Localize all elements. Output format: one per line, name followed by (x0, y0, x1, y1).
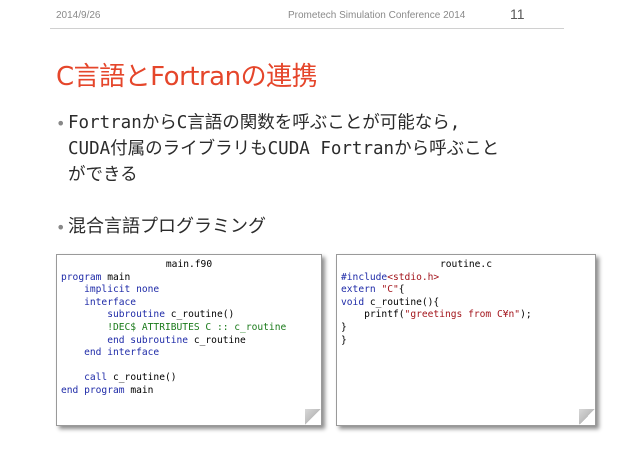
code-line: extern "C"{ (341, 284, 591, 297)
slide-header: 2014/9/26 Prometech Simulation Conferenc… (44, 4, 558, 22)
code-line: implicit none (61, 284, 317, 297)
code-filename: routine.c (440, 259, 492, 270)
c-code-note: routine.c #include<stdio.h> extern "C"{vo… (336, 254, 596, 426)
code-block: #include<stdio.h> extern "C"{void c_routi… (337, 272, 595, 348)
code-filename: main.f90 (165, 259, 213, 270)
page-number: 11 (510, 6, 525, 22)
code-token: ); (520, 309, 532, 321)
page-fold-icon (305, 409, 321, 425)
code-token: c_routine() (107, 372, 177, 384)
slide-title: C言語とFortranの連携 (56, 62, 318, 92)
code-line: } (341, 322, 591, 335)
code-token: } (341, 334, 347, 346)
code-line: program main (61, 272, 317, 285)
code-token: interface (61, 296, 137, 308)
code-token: printf( (341, 309, 405, 321)
code-token: #include (341, 271, 388, 283)
code-token: implicit none (61, 284, 160, 296)
code-token: extern (341, 284, 376, 296)
code-token: end program (61, 384, 125, 396)
code-token: main (101, 271, 131, 283)
conference-name: Prometech Simulation Conference 2014 (288, 10, 466, 21)
code-line: !DEC$ ATTRIBUTES C :: c_routine (61, 322, 317, 335)
code-block: program main implicit none interface sub… (57, 272, 321, 398)
code-token: program (61, 271, 102, 283)
slide-date: 2014/9/26 (56, 10, 101, 21)
bullet-text: FortranからC言語の関数を呼ぶことが可能なら, CUDA付属のライブラリも… (68, 113, 500, 185)
fortran-code-note: main.f90 program main implicit none inte… (56, 254, 322, 426)
code-line: printf("greetings from C¥n"); (341, 309, 591, 322)
code-token: main (124, 384, 154, 396)
code-line: void c_routine(){ (341, 297, 591, 310)
code-token: c_routine() (164, 309, 235, 321)
code-token: end interface (61, 347, 160, 359)
code-token: subroutine (61, 309, 165, 321)
code-token: void (341, 296, 365, 308)
code-line: } (341, 335, 591, 348)
code-line: subroutine c_routine() (61, 309, 317, 322)
code-token: c_routine (188, 334, 246, 346)
code-line: interface (61, 297, 317, 310)
code-token: call (61, 372, 108, 384)
code-token: { (398, 284, 405, 296)
code-line: end subroutine c_routine (61, 335, 317, 348)
code-line: call c_routine() (61, 372, 317, 385)
code-token: "greetings from C¥n" (404, 309, 521, 321)
header-divider (50, 28, 564, 29)
bullet-dot-icon: • (56, 218, 66, 237)
code-line: end program main (61, 385, 317, 398)
code-token: c_routine(){ (364, 296, 440, 308)
bullet-text: 混合言語プログラミング (68, 216, 266, 237)
code-token: "C" (381, 284, 399, 296)
code-token: end subroutine (61, 334, 189, 346)
page-fold-icon (579, 409, 595, 425)
code-token: !DEC$ ATTRIBUTES C :: c_routine (61, 321, 287, 333)
bullet-dot-icon: • (56, 114, 66, 133)
code-line: end interface (61, 347, 317, 360)
code-token: <stdio.h> (387, 271, 440, 283)
code-line: #include<stdio.h> (341, 272, 591, 285)
code-token: } (341, 321, 347, 333)
